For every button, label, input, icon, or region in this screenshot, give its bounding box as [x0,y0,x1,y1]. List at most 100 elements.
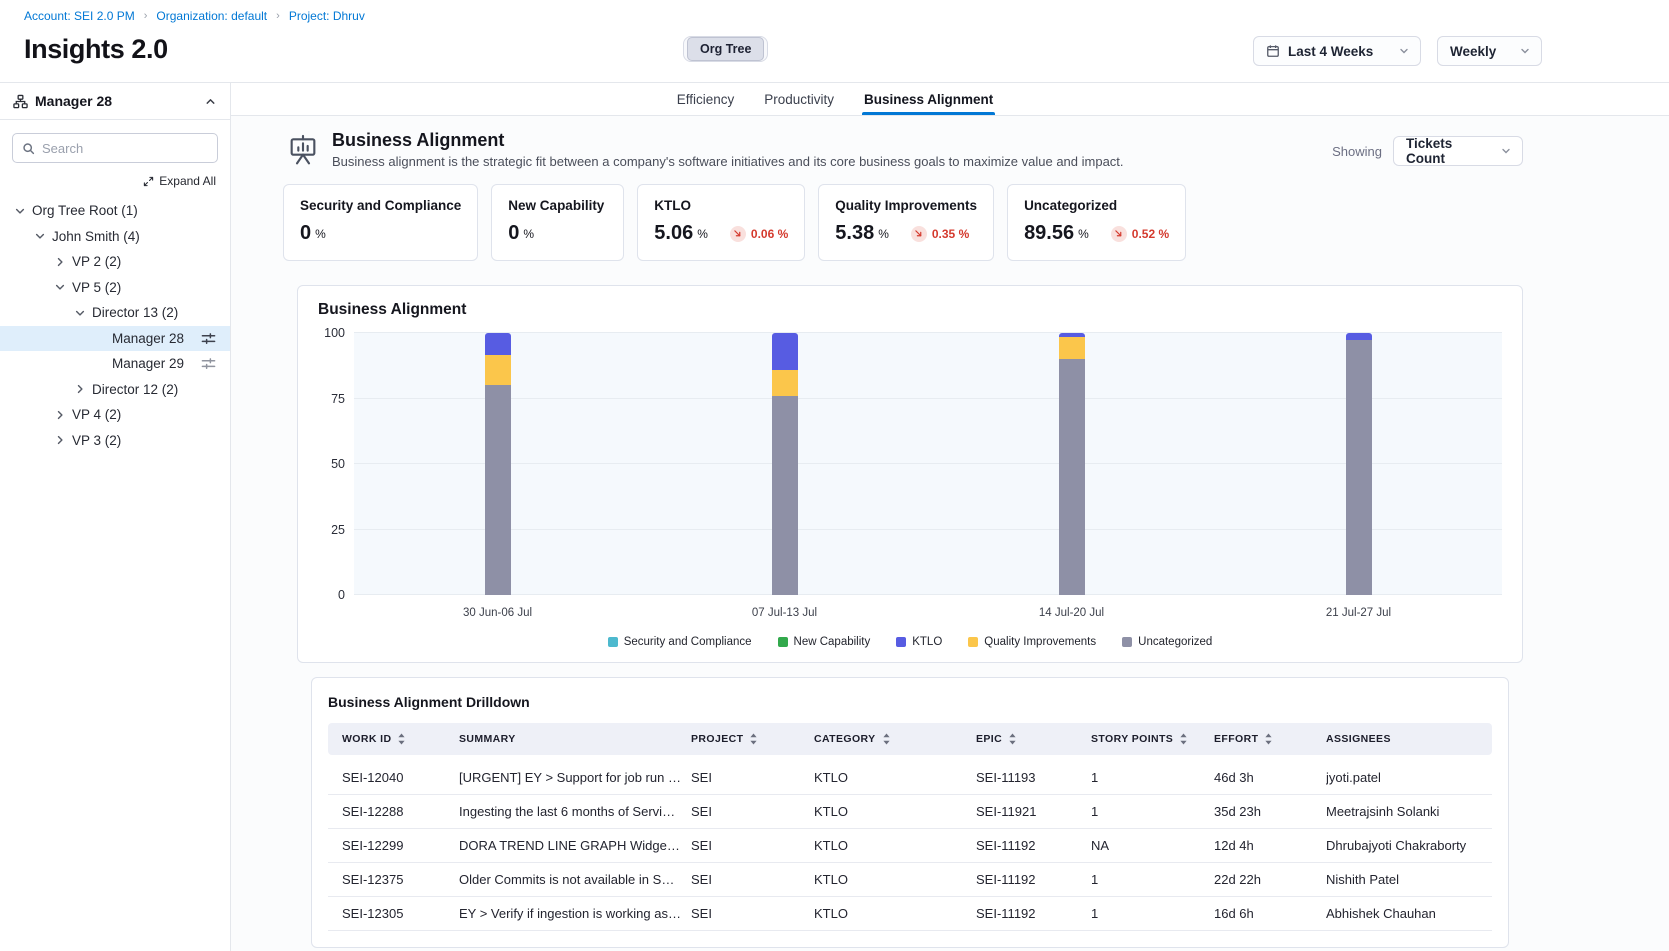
table-row-sei-12040[interactable]: SEI-12040[URGENT] EY > Support for job r… [328,761,1492,795]
breadcrumb-separator-icon: › [276,10,280,22]
tab-business-alignment[interactable]: Business Alignment [862,83,995,115]
bar-stack-14-jul-20-jul[interactable] [1059,333,1085,595]
chart-x-axis: 30 Jun-06 Jul07 Jul-13 Jul14 Jul-20 Jul2… [354,607,1502,619]
legend-item-ktlo[interactable]: KTLO [896,636,942,648]
drilldown-table: WORK IDSUMMARY PROJECTCATEGORYEPIC STORY P… [328,723,1492,931]
tree-item-label: Director 13 (2) [92,305,178,320]
breadcrumb: Account: SEI 2.0 PM › Organization: defa… [24,9,1645,23]
chevron-right-icon[interactable] [74,383,92,395]
table-row-sei-12288[interactable]: SEI-12288Ingesting the last 6 months of … [328,795,1492,829]
column-header-label: EPIC [976,733,1002,745]
org-tree-toggle-button[interactable]: Org Tree [687,37,764,61]
cell-effort: 35d 23h [1214,795,1326,828]
expand-all-button[interactable]: Expand All [143,174,216,188]
tree-item-manager-28[interactable]: Manager 28 [0,326,230,352]
legend-item-quality-improvements[interactable]: Quality Improvements [968,636,1096,648]
x-axis-label: 07 Jul-13 Jul [641,607,928,619]
sort-icon[interactable] [882,733,891,745]
expand-all-label: Expand All [159,174,216,188]
stat-card-title: KTLO [654,198,788,213]
sort-icon[interactable] [1008,733,1017,745]
chevron-down-icon[interactable] [34,230,52,242]
date-range-value: Last 4 Weeks [1288,44,1390,59]
sort-icon[interactable] [1264,733,1273,745]
stat-card-uncategorized: Uncategorized89.56%0.52 % [1007,184,1186,261]
date-range-select[interactable]: Last 4 Weeks [1253,36,1421,66]
tree-item-director-12-2[interactable]: Director 12 (2) [0,377,230,403]
chevron-down-icon[interactable] [74,307,92,319]
showing-select[interactable]: Tickets Count [1393,136,1523,166]
column-header-work-id[interactable]: WORK ID [328,723,459,755]
column-header-category[interactable]: CATEGORY [814,723,976,755]
column-header-story-points[interactable]: STORY POINTS [1091,723,1214,755]
x-axis-label: 30 Jun-06 Jul [354,607,641,619]
tab-productivity[interactable]: Productivity [762,83,836,115]
showing-value: Tickets Count [1406,136,1492,166]
cell-summary: Ingesting the last 6 months of ServiceN.… [459,795,691,828]
legend-label: Security and Compliance [624,636,752,648]
stat-card-ktlo: KTLO5.06%0.06 % [637,184,805,261]
legend-item-security-and-compliance[interactable]: Security and Compliance [608,636,752,648]
tab-bar: Efficiency Productivity Business Alignme… [231,83,1669,116]
tree-item-label: VP 3 (2) [72,433,121,448]
sliders-icon[interactable] [201,331,216,346]
org-tree-toggle-group: Org Tree [683,36,768,62]
stat-card-delta: 0.52 % [1111,226,1169,242]
granularity-select[interactable]: Weekly [1437,36,1542,66]
breadcrumb-link-account[interactable]: Account: SEI 2.0 PM [24,9,135,23]
table-row-sei-12375[interactable]: SEI-12375Older Commits is not available … [328,863,1492,897]
legend-item-new-capability[interactable]: New Capability [778,636,871,648]
chevron-right-icon[interactable] [54,434,72,446]
tree-item-vp-5-2[interactable]: VP 5 (2) [0,275,230,301]
legend-swatch [1122,637,1132,647]
bar-stack-30-jun-06-jul[interactable] [485,333,511,595]
tree-item-vp-4-2[interactable]: VP 4 (2) [0,402,230,428]
legend-item-uncategorized[interactable]: Uncategorized [1122,636,1212,648]
stat-card-unit: % [315,227,326,241]
column-header-epic[interactable]: EPIC [976,723,1091,755]
column-header-effort[interactable]: EFFORT [1214,723,1326,755]
bar-stack-07-jul-13-jul[interactable] [772,333,798,595]
legend-label: Uncategorized [1138,636,1212,648]
cell-story-points: 1 [1091,761,1214,794]
bar-stack-21-jul-27-jul[interactable] [1346,333,1372,595]
legend-swatch [896,637,906,647]
tree-item-label: Director 12 (2) [92,382,178,397]
breadcrumb-link-project[interactable]: Project: Dhruv [289,9,365,23]
chevron-right-icon[interactable] [54,256,72,268]
collapse-sidebar-chevron-up-icon[interactable] [204,95,217,108]
column-header-project[interactable]: PROJECT [691,723,814,755]
tree-item-john-smith-4[interactable]: John Smith (4) [0,224,230,250]
bar-segment-quality-improvements [772,370,798,396]
column-header-label: SUMMARY [459,733,516,745]
presentation-chart-icon [283,130,323,170]
drilldown-card: Business Alignment Drilldown WORK IDSUMM… [311,677,1509,948]
tree-item-vp-3-2[interactable]: VP 3 (2) [0,428,230,454]
table-row-sei-12305[interactable]: SEI-12305EY > Verify if ingestion is wor… [328,897,1492,931]
table-row-sei-12299[interactable]: SEI-12299DORA TREND LINE GRAPH Widgets i… [328,829,1492,863]
sort-icon[interactable] [397,733,406,745]
chevron-down-icon[interactable] [14,205,32,217]
column-header-label: STORY POINTS [1091,733,1173,745]
sliders-icon[interactable] [201,356,216,371]
tab-efficiency[interactable]: Efficiency [675,83,737,115]
search-input[interactable] [42,141,208,156]
chevron-down-icon[interactable] [54,281,72,293]
gridline-50 [354,463,1502,464]
tree-item-manager-29[interactable]: Manager 29 [0,351,230,377]
bar-segment-quality-improvements [485,355,511,385]
sidebar-title: Manager 28 [35,93,112,109]
breadcrumb-link-organization[interactable]: Organization: default [156,9,267,23]
chevron-right-icon[interactable] [54,409,72,421]
tree-item-label: VP 5 (2) [72,280,121,295]
bar-segment-uncategorized [1346,340,1372,595]
tree-item-org-tree-root-1[interactable]: Org Tree Root (1) [0,198,230,224]
breadcrumb-separator-icon: › [144,10,148,22]
sort-icon[interactable] [1179,733,1188,745]
x-axis-label: 14 Jul-20 Jul [928,607,1215,619]
sort-icon[interactable] [749,733,758,745]
cell-epic: SEI-11192 [976,829,1091,862]
chevron-down-icon [1398,45,1410,57]
tree-item-director-13-2[interactable]: Director 13 (2) [0,300,230,326]
tree-item-vp-2-2[interactable]: VP 2 (2) [0,249,230,275]
